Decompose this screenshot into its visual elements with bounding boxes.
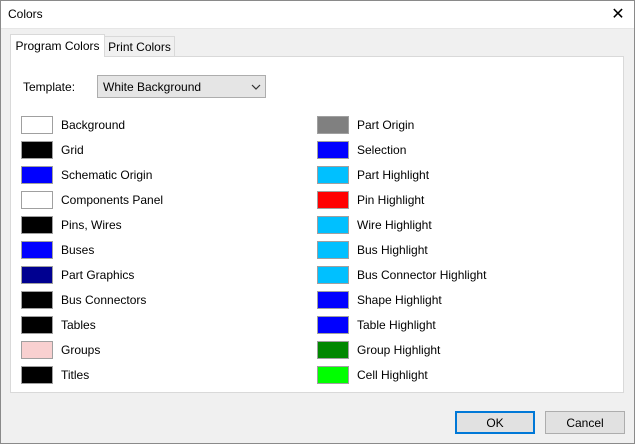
color-swatch-button[interactable] <box>21 166 53 184</box>
color-swatch-button[interactable] <box>317 216 349 234</box>
color-row: Components Panel <box>21 190 163 210</box>
color-swatch-button[interactable] <box>21 341 53 359</box>
color-row: Grid <box>21 140 84 160</box>
color-swatch-button[interactable] <box>317 291 349 309</box>
cancel-button[interactable]: Cancel <box>545 411 625 434</box>
color-row: Bus Connector Highlight <box>317 265 486 285</box>
tab-print-colors[interactable]: Print Colors <box>104 36 175 57</box>
color-label: Part Highlight <box>357 168 430 182</box>
color-label: Grid <box>61 143 84 157</box>
color-label: Wire Highlight <box>357 218 432 232</box>
color-label: Schematic Origin <box>61 168 153 182</box>
color-row: Titles <box>21 365 89 385</box>
color-row: Cell Highlight <box>317 365 428 385</box>
program-colors-panel: Template: White Background Background Gri… <box>10 56 624 393</box>
color-swatch-button[interactable] <box>21 216 53 234</box>
close-icon[interactable]: ✕ <box>601 0 635 28</box>
color-swatch-button[interactable] <box>317 191 349 209</box>
color-swatch-button[interactable] <box>317 116 349 134</box>
color-swatch-button[interactable] <box>21 291 53 309</box>
chevron-down-icon <box>247 84 265 90</box>
color-swatch-button[interactable] <box>317 166 349 184</box>
title-bar: Colors ✕ <box>0 0 635 29</box>
color-swatch-button[interactable] <box>21 316 53 334</box>
color-swatch-button[interactable] <box>21 116 53 134</box>
color-label: Buses <box>61 243 95 257</box>
color-row: Buses <box>21 240 94 260</box>
color-row: Group Highlight <box>317 340 440 360</box>
template-label: Template: <box>23 80 76 94</box>
color-swatch-button[interactable] <box>317 241 349 259</box>
color-row: Bus Connectors <box>21 290 146 310</box>
color-row: Bus Highlight <box>317 240 428 260</box>
color-row: Tables <box>21 315 96 335</box>
color-row: Background <box>21 115 125 135</box>
color-row: Part Highlight <box>317 165 429 185</box>
color-row: Part Origin <box>317 115 414 135</box>
ok-button[interactable]: OK <box>455 411 535 434</box>
color-label: Selection <box>357 143 407 157</box>
color-row: Schematic Origin <box>21 165 152 185</box>
color-row: Pins, Wires <box>21 215 122 235</box>
color-swatch-button[interactable] <box>317 141 349 159</box>
color-row: Part Graphics <box>21 265 134 285</box>
color-row: Table Highlight <box>317 315 436 335</box>
color-swatch-button[interactable] <box>317 316 349 334</box>
color-swatch-button[interactable] <box>21 266 53 284</box>
color-swatch-button[interactable] <box>21 241 53 259</box>
color-label: Part Origin <box>357 118 415 132</box>
color-swatch-button[interactable] <box>317 266 349 284</box>
color-row: Selection <box>317 140 406 160</box>
color-row: Pin Highlight <box>317 190 424 210</box>
color-label: Groups <box>61 343 101 357</box>
template-select[interactable]: White Background <box>97 75 266 98</box>
color-swatch-button[interactable] <box>21 141 53 159</box>
template-value: White Background <box>103 79 202 94</box>
color-swatch-button[interactable] <box>317 341 349 359</box>
color-row: Shape Highlight <box>317 290 442 310</box>
color-label: Titles <box>61 368 90 382</box>
color-label: Bus Connectors <box>61 293 147 307</box>
tab-program-colors[interactable]: Program Colors <box>10 34 105 57</box>
color-label: Bus Highlight <box>357 243 428 257</box>
color-row: Groups <box>21 340 100 360</box>
color-label: Background <box>61 118 126 132</box>
color-label: Tables <box>61 318 96 332</box>
color-swatch-button[interactable] <box>317 366 349 384</box>
window-title: Colors <box>8 7 43 21</box>
color-label: Pins, Wires <box>61 218 122 232</box>
color-label: Shape Highlight <box>357 293 442 307</box>
color-label: Bus Connector Highlight <box>357 268 487 282</box>
color-label: Pin Highlight <box>357 193 425 207</box>
color-label: Components Panel <box>61 193 164 207</box>
color-row: Wire Highlight <box>317 215 432 235</box>
color-swatch-button[interactable] <box>21 191 53 209</box>
color-label: Table Highlight <box>357 318 436 332</box>
color-label: Part Graphics <box>61 268 135 282</box>
color-swatch-button[interactable] <box>21 366 53 384</box>
color-label: Group Highlight <box>357 343 441 357</box>
color-label: Cell Highlight <box>357 368 428 382</box>
